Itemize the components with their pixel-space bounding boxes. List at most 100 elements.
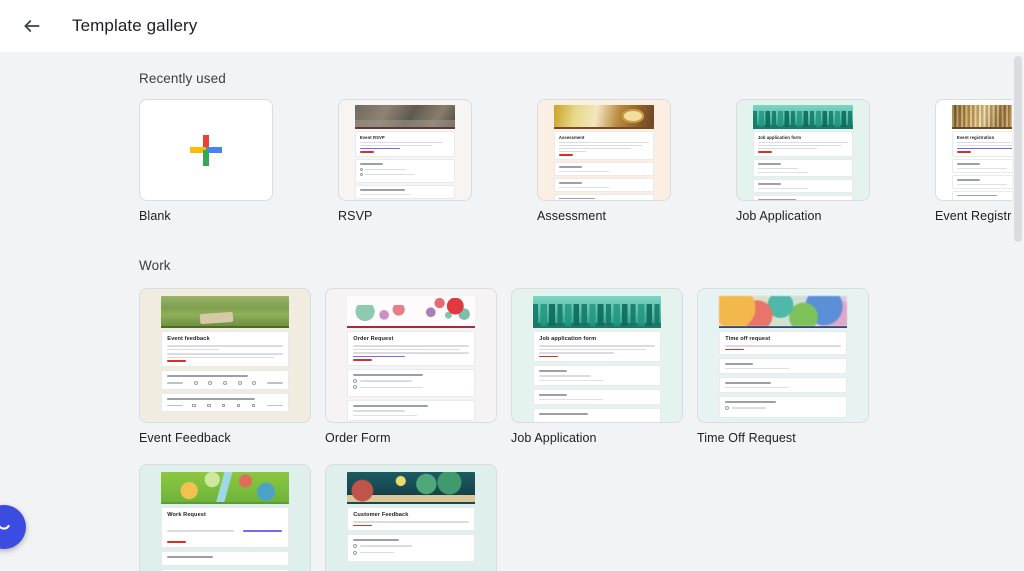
smile-arc-icon	[0, 514, 15, 541]
banner-image	[554, 105, 654, 127]
form-question-block	[347, 534, 475, 562]
template-thumbnail: Job application form	[511, 288, 683, 423]
form-title: Job application form	[758, 135, 848, 140]
template-card-rsvp[interactable]: Event RSVP	[338, 99, 472, 223]
form-header-block: Time off request	[719, 331, 847, 355]
form-question-block	[533, 389, 661, 405]
work-card-row-1: Event feedback	[139, 288, 1024, 445]
template-thumbnail: Assessment	[537, 99, 671, 201]
template-card-event-feedback[interactable]: Event feedback	[139, 288, 311, 445]
accent-line	[355, 127, 455, 129]
template-label: Order Form	[325, 431, 497, 445]
vertical-scrollbar[interactable]	[1012, 52, 1024, 571]
template-thumbnail: Time off request	[697, 288, 869, 423]
form-question-block	[161, 370, 289, 390]
form-question-block	[753, 159, 853, 177]
accent-line	[719, 326, 847, 328]
form-question-block	[161, 393, 289, 412]
form-title: Job application form	[539, 336, 655, 342]
section-recently-used: Recently used Blank	[0, 52, 1024, 223]
gallery-scroll-area[interactable]: Recently used Blank	[0, 52, 1024, 571]
form-question-block	[533, 408, 661, 423]
accent-line	[347, 502, 475, 504]
form-question-block	[347, 400, 475, 421]
banner-image	[753, 105, 853, 127]
form-question-block	[753, 195, 853, 201]
form-title: Event feedback	[167, 336, 283, 342]
accent-line	[161, 326, 289, 328]
banner-image	[355, 105, 455, 127]
template-gallery-page: Template gallery Recently used	[0, 0, 1024, 571]
template-card-time-off-request[interactable]: Time off request	[697, 288, 869, 445]
accent-line	[533, 326, 661, 328]
scrollbar-thumb[interactable]	[1014, 56, 1022, 242]
arrow-left-icon	[22, 16, 42, 36]
template-card-assessment[interactable]: Assessment As	[537, 99, 671, 223]
banner-image	[161, 472, 289, 502]
back-button[interactable]	[12, 6, 52, 46]
accent-line	[753, 127, 853, 129]
template-thumbnail: Event RSVP	[338, 99, 472, 201]
form-question-block	[719, 358, 847, 374]
accent-line	[161, 502, 289, 504]
section-title-work: Work	[139, 258, 1024, 273]
form-question-block	[753, 179, 853, 193]
form-question-block	[355, 159, 455, 183]
template-thumbnail: Order Request	[325, 288, 497, 423]
work-card-row-2: Work Request Work Request	[139, 464, 1024, 571]
form-title: Assessment	[559, 135, 649, 140]
form-header-block: Assessment	[554, 131, 654, 160]
form-header-block: Event feedback	[161, 331, 289, 367]
banner-image	[161, 296, 289, 326]
form-header-block: Customer Feedback	[347, 507, 475, 531]
form-title: Customer Feedback	[353, 512, 469, 518]
template-label: Event Registration	[935, 209, 1024, 223]
template-label: Assessment	[537, 209, 671, 223]
form-question-block	[161, 551, 289, 566]
template-thumbnail: Work Request	[139, 464, 311, 571]
form-title: Event RSVP	[360, 135, 450, 140]
form-question-block	[719, 377, 847, 393]
recently-used-card-row: Blank Event RSVP	[139, 99, 1024, 223]
accent-line	[347, 326, 475, 328]
template-thumbnail	[139, 99, 273, 201]
section-title-recently-used: Recently used	[139, 71, 1024, 86]
form-question-block	[347, 369, 475, 397]
form-title: Time off request	[725, 336, 841, 342]
form-header-block: Job application form	[533, 331, 661, 362]
form-question-block	[554, 178, 654, 192]
form-title: Order Request	[353, 336, 469, 342]
template-card-blank[interactable]: Blank	[139, 99, 273, 223]
template-label: Job Application	[511, 431, 683, 445]
form-question-block	[554, 194, 654, 201]
template-card-order-form[interactable]: Order Request	[325, 288, 497, 445]
banner-image	[347, 296, 475, 326]
template-card-job-application[interactable]: Job application form	[736, 99, 870, 223]
form-question-block	[355, 185, 455, 199]
template-card-event-registration[interactable]: Event registration	[935, 99, 1024, 223]
template-label: Blank	[139, 209, 273, 223]
banner-image	[719, 296, 847, 326]
form-question-block	[719, 396, 847, 418]
template-label: Event Feedback	[139, 431, 311, 445]
blank-plus-icon	[188, 132, 224, 168]
form-header-block: Work Request	[161, 507, 289, 548]
template-label: RSVP	[338, 209, 472, 223]
template-label: Time Off Request	[697, 431, 869, 445]
template-card-job-application-work[interactable]: Job application form	[511, 288, 683, 445]
app-header: Template gallery	[0, 0, 1024, 52]
template-card-customer-feedback[interactable]: Customer Feedback Customer Feedback	[325, 464, 497, 571]
form-header-block: Order Request	[347, 331, 475, 366]
form-header-block: Job application form	[753, 131, 853, 157]
template-thumbnail: Job application form	[736, 99, 870, 201]
template-card-work-request[interactable]: Work Request Work Request	[139, 464, 311, 571]
banner-image	[533, 296, 661, 326]
page-title: Template gallery	[72, 16, 197, 36]
form-header-block: Event RSVP	[355, 131, 455, 157]
form-question-block	[533, 365, 661, 386]
section-work: Work Event feedback	[0, 223, 1024, 571]
template-thumbnail: Event registration	[935, 99, 1024, 201]
form-question-block	[554, 162, 654, 176]
banner-image	[347, 472, 475, 502]
template-thumbnail: Customer Feedback	[325, 464, 497, 571]
